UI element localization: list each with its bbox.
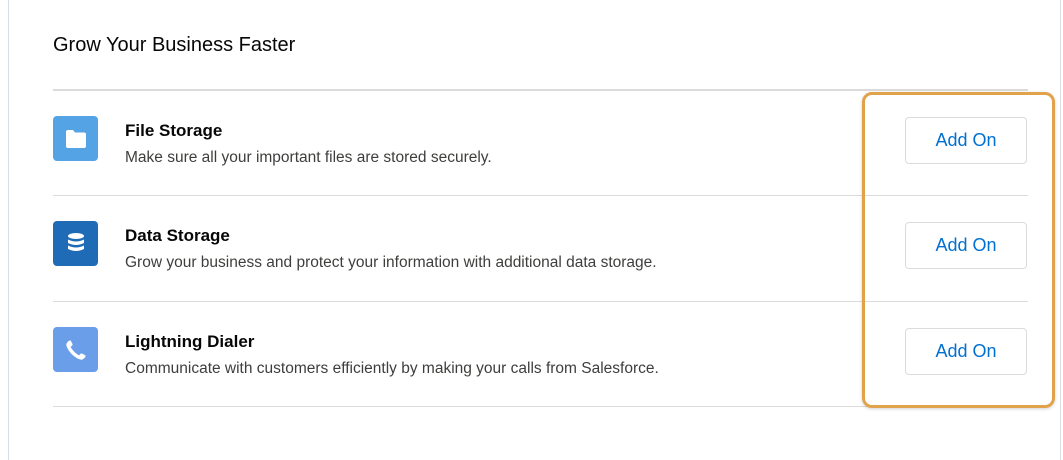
item-title: Lightning Dialer <box>125 332 255 351</box>
add-ons-card: Grow Your Business Faster File Storage M… <box>8 0 1061 460</box>
item-title: Data Storage <box>125 226 230 245</box>
add-on-button-file-storage[interactable]: Add On <box>905 117 1027 164</box>
add-on-button-lightning-dialer[interactable]: Add On <box>905 328 1027 375</box>
folder-icon <box>53 116 98 161</box>
item-description: Communicate with customers efficiently b… <box>125 360 659 377</box>
list-item-file-storage: File Storage Make sure all your importan… <box>53 89 1028 195</box>
add-on-list: File Storage Make sure all your importan… <box>53 89 1028 407</box>
card-title: Grow Your Business Faster <box>53 34 296 56</box>
phone-icon <box>53 327 98 372</box>
item-description: Make sure all your important files are s… <box>125 149 492 166</box>
add-on-button-data-storage[interactable]: Add On <box>905 222 1027 269</box>
database-icon <box>53 221 98 266</box>
item-description: Grow your business and protect your info… <box>125 254 657 271</box>
item-title: File Storage <box>125 121 223 140</box>
list-item-data-storage: Data Storage Grow your business and prot… <box>53 195 1028 301</box>
list-item-lightning-dialer: Lightning Dialer Communicate with custom… <box>53 301 1028 407</box>
